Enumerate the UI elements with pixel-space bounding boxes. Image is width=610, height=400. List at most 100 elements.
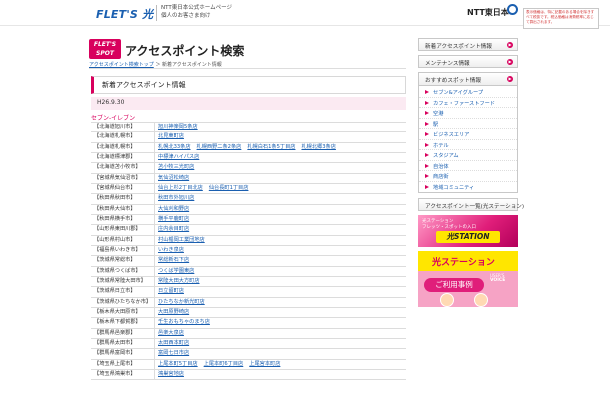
stores-cell: 村山楯岡工業団地店 (158, 236, 406, 245)
store-link[interactable]: 日立留町店 (158, 288, 184, 294)
store-link[interactable]: 壬生おもちゃのまち店 (158, 319, 210, 325)
store-link[interactable]: 札幌白石1条5丁目店 (247, 144, 295, 150)
prefecture-cell: 【北海道札幌市】 (91, 132, 155, 142)
site-header: FLET'S 光 NTT東日本公式ホームページ 個人のお客さま向け NTT東日本… (0, 0, 610, 29)
sidebar-new-ap-label: 新着アクセスポイント情報 (425, 43, 492, 50)
recommended-spot-item[interactable]: 地域コミュニティ (419, 182, 517, 193)
store-link[interactable]: 上尾宮本町店 (249, 361, 280, 367)
spot-logo-line2: SPOT (96, 50, 114, 57)
store-link[interactable]: 常総新石下店 (158, 257, 189, 263)
stores-cell: 横手平鹿町店 (158, 215, 406, 224)
stores-cell: 大仙刈和野店 (158, 205, 406, 214)
page-title: アクセスポイント検索 (125, 44, 245, 58)
recommended-spot-item[interactable]: 自治体 (419, 161, 517, 171)
recommended-spot-item[interactable]: スタジアム (419, 150, 517, 161)
section-header: 新着アクセスポイント情報 (91, 76, 406, 94)
table-row: 【山形県村山市】 村山楯岡工業団地店 (91, 235, 406, 246)
recommended-spot-item[interactable]: セブン&アイグループ (419, 87, 517, 98)
stores-cell: 中標津ハイパス店 (158, 153, 406, 162)
stores-cell: 常陸大田大方町店 (158, 277, 406, 286)
prefecture-cell: 【北海道標津郡】 (91, 152, 155, 163)
table-row: 【福島県いわき市】 いわき泉店 (91, 245, 406, 257)
sidebar-maintenance-label: メンテナンス情報 (425, 60, 470, 67)
store-link[interactable]: 旭川神楽岡5条店 (158, 124, 198, 130)
triangle-right-icon (425, 163, 429, 168)
header-divider (156, 5, 157, 21)
store-link[interactable]: 札幌西野二条2条店 (197, 144, 242, 150)
store-link[interactable]: 上尾本町6丁目店 (204, 361, 244, 367)
store-link[interactable]: 札幌北33条店 (158, 144, 191, 150)
store-link[interactable]: 気仙沼松崎店 (158, 175, 189, 181)
prefecture-cell: 【秋田県横手市】 (91, 214, 155, 225)
recommended-spot-item[interactable]: 駅 (419, 119, 517, 129)
table-row: 【埼玉県鴻巣市】 鴻巣宮地店 (91, 369, 406, 381)
header-subtitle-line1[interactable]: NTT東日本公式ホームページ (161, 4, 232, 12)
store-link[interactable]: 太田西本町店 (158, 340, 189, 346)
store-link[interactable]: 仙台上杉2丁目北店 (158, 185, 203, 191)
table-row: 【秋田県横手市】 横手平鹿町店 (91, 214, 406, 226)
avatar (440, 293, 454, 307)
ntt-east-logo[interactable]: NTT東日本 (467, 7, 509, 18)
recommended-spot-item[interactable]: 空港 (419, 108, 517, 119)
store-link[interactable]: つくば学園東店 (158, 268, 194, 274)
user-cases-banner[interactable]: 光ステーション ご利用事例 USER'S VOICE (418, 251, 518, 307)
triangle-right-icon (425, 142, 429, 147)
recommended-spot-label: スタジアム (433, 153, 459, 159)
banner2-header: 光ステーション (418, 251, 518, 271)
store-link[interactable]: 北見東町店 (158, 133, 184, 139)
store-link[interactable]: 村山楯岡工業団地店 (158, 237, 205, 243)
spot-logo-line1: FLET'S (93, 41, 117, 48)
store-link[interactable]: 邑楽大泉店 (158, 330, 184, 336)
flets-logo[interactable]: FLET'S 光 (96, 6, 153, 22)
recommended-spot-label: 自治体 (433, 163, 449, 170)
banner2-cta: ご利用事例 (424, 278, 484, 292)
banner1-station-logo: 光STATION (436, 231, 500, 243)
stores-cell: 壬生おもちゃのまち店 (158, 318, 406, 327)
prefecture-cell: 【埼玉県上尾市】 (91, 359, 155, 369)
breadcrumb: アクセスポイント検索トップ ＞ 新着アクセスポイント情報 (89, 61, 222, 68)
store-link[interactable]: 大田原野崎店 (158, 309, 189, 315)
store-link[interactable]: 仙台長町1丁目店 (209, 185, 249, 191)
stores-cell: 富岡七日市店 (158, 349, 406, 358)
banner1-mid-text: フレッツ・スポットの入口 (422, 225, 476, 230)
store-link[interactable]: いわき泉店 (158, 247, 184, 253)
recommended-spots-header[interactable]: おすすめスポット情報 ▶ (419, 73, 517, 86)
recommended-spot-item[interactable]: 商店街 (419, 171, 517, 182)
table-row: 【栃木県下都賀郡】 壬生おもちゃのまち店 (91, 318, 406, 329)
prefecture-cell: 【群馬県富岡市】 (91, 349, 155, 359)
store-link[interactable]: 大仙刈和野店 (158, 206, 189, 212)
recommended-spot-item[interactable]: ホテル (419, 140, 517, 150)
store-link[interactable]: 苫小牧三光町店 (158, 164, 194, 170)
store-link[interactable]: 横手平鹿町店 (158, 216, 189, 222)
stores-cell: 気仙沼松崎店 (158, 174, 406, 183)
stores-cell: 日立留町店 (158, 287, 406, 296)
table-row: 【茨城県ひたちなか市】 ひたちなか新光町店 (91, 297, 406, 308)
store-link[interactable]: ひたちなか新光町店 (158, 299, 205, 305)
stores-cell: 大田原野崎店 (158, 308, 406, 317)
prefecture-cell: 【茨城県つくば市】 (91, 266, 155, 276)
table-row: 【秋田県大仙市】 大仙刈和野店 (91, 204, 406, 215)
recommended-spot-item[interactable]: ビジネスエリア (419, 129, 517, 140)
store-link[interactable]: 富岡七日市店 (158, 350, 189, 356)
prefecture-cell: 【茨城県常総市】 (91, 256, 155, 266)
store-link[interactable]: 中標津ハイパス店 (158, 154, 199, 160)
recommended-spot-label: 駅 (433, 121, 439, 128)
recommended-spot-label: 地域コミュニティ (433, 184, 475, 191)
store-link[interactable]: 庄内余目町店 (158, 226, 189, 232)
hikari-station-banner[interactable]: 光ステーション フレッツ・スポットの入口 光STATION (418, 215, 518, 247)
store-link[interactable]: 鴻巣宮地店 (158, 371, 184, 377)
store-link[interactable]: 上尾本町5丁目店 (158, 361, 198, 367)
recommended-spot-label: カフェ・ファーストフード (433, 100, 495, 107)
stores-cell: 常総新石下店 (158, 256, 406, 265)
ap-list-button[interactable]: アクセスポイント一覧(光ステーション) (418, 198, 524, 211)
table-row: 【群馬県太田市】 太田西本町店 (91, 338, 406, 350)
store-link[interactable]: 札幌北郷3条店 (301, 144, 335, 150)
sidebar-new-ap-button[interactable]: 新着アクセスポイント情報 ▶ (418, 38, 518, 51)
store-link[interactable]: 常陸大田大方町店 (158, 278, 200, 284)
store-link[interactable]: 秋田市外旭川店 (158, 195, 194, 201)
triangle-right-icon (425, 100, 429, 105)
sidebar-maintenance-button[interactable]: メンテナンス情報 ▶ (418, 55, 518, 68)
recommended-spot-label: 空港 (433, 111, 444, 117)
table-row: 【群馬県邑楽郡】 邑楽大泉店 (91, 328, 406, 339)
recommended-spot-item[interactable]: カフェ・ファーストフード (419, 98, 517, 108)
